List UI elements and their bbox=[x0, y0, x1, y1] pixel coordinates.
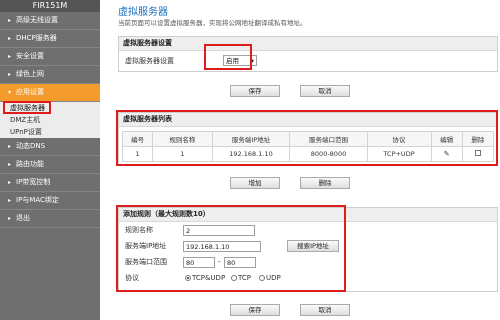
brand-title: FIR151M bbox=[0, 0, 100, 12]
nav-item-bandwidth[interactable]: ▸ IP带宽控制 bbox=[0, 174, 100, 192]
chevron-right-icon: ▸ bbox=[8, 71, 12, 78]
highlight-box bbox=[116, 110, 498, 166]
save-button[interactable]: 保存 bbox=[230, 304, 280, 316]
chevron-right-icon: ▸ bbox=[8, 179, 12, 186]
sub-item-upnp[interactable]: UPnP设置 bbox=[0, 126, 100, 138]
nav-label: 绿色上网 bbox=[16, 70, 44, 78]
vs-settings-row: 虚拟服务器设置 启用 ▾ bbox=[119, 51, 497, 71]
nav-label: 动态DNS bbox=[16, 142, 46, 150]
nav-label: IP带宽控制 bbox=[16, 178, 51, 186]
nav-label: IP与MAC绑定 bbox=[16, 196, 59, 204]
chevron-right-icon: ▸ bbox=[8, 215, 12, 222]
nav-label: 路由功能 bbox=[16, 160, 44, 168]
nav-item-ddns[interactable]: ▸ 动态DNS bbox=[0, 138, 100, 156]
nav-item-green-internet[interactable]: ▸ 绿色上网 bbox=[0, 66, 100, 84]
nav-label: 退出 bbox=[16, 214, 30, 222]
sidebar: FIR151M ▸ 高级无线设置 ▸ DHCP服务器 ▸ 安全设置 ▸ 绿色上网 ▾ 应用… bbox=[0, 0, 100, 320]
chevron-right-icon: ▸ bbox=[8, 143, 12, 150]
add-button[interactable]: 增加 bbox=[230, 177, 280, 189]
nav-item-advanced-wireless[interactable]: ▸ 高级无线设置 bbox=[0, 12, 100, 30]
nav-item-ip-mac-binding[interactable]: ▸ IP与MAC绑定 bbox=[0, 192, 100, 210]
nav-label: DHCP服务器 bbox=[16, 34, 57, 42]
panel-header: 虚拟服务器设置 bbox=[119, 37, 497, 51]
highlight-box bbox=[204, 44, 252, 70]
cancel-button[interactable]: 取消 bbox=[300, 85, 350, 97]
cancel-button[interactable]: 取消 bbox=[300, 304, 350, 316]
nav-item-app-settings[interactable]: ▾ 应用设置 bbox=[0, 84, 100, 102]
chevron-right-icon: ▸ bbox=[8, 17, 12, 24]
sub-item-dmz[interactable]: DMZ主机 bbox=[0, 114, 100, 126]
vs-settings-panel: 虚拟服务器设置 虚拟服务器设置 启用 ▾ bbox=[118, 36, 498, 72]
nav-label: 应用设置 bbox=[16, 88, 44, 96]
page-description: 当前页面可以设置虚拟服务器，实现将公网地址翻译成私有地址。 bbox=[118, 19, 307, 27]
main-content: 虚拟服务器 当前页面可以设置虚拟服务器，实现将公网地址翻译成私有地址。 虚拟服务… bbox=[100, 0, 500, 320]
page-title: 虚拟服务器 bbox=[118, 7, 168, 18]
chevron-right-icon: ▸ bbox=[8, 35, 12, 42]
field-label: 虚拟服务器设置 bbox=[125, 57, 174, 65]
nav-label: 安全设置 bbox=[16, 52, 44, 60]
chevron-right-icon: ▸ bbox=[8, 197, 12, 204]
nav-item-security[interactable]: ▸ 安全设置 bbox=[0, 48, 100, 66]
chevron-down-icon: ▾ bbox=[8, 89, 12, 96]
highlight-box bbox=[3, 101, 51, 114]
chevron-right-icon: ▸ bbox=[8, 161, 12, 168]
save-button[interactable]: 保存 bbox=[230, 85, 280, 97]
nav-label: 高级无线设置 bbox=[16, 16, 58, 24]
chevron-right-icon: ▸ bbox=[8, 53, 12, 60]
delete-button[interactable]: 删除 bbox=[300, 177, 350, 189]
nav-item-routing[interactable]: ▸ 路由功能 bbox=[0, 156, 100, 174]
highlight-box bbox=[116, 205, 346, 292]
nav-item-logout[interactable]: ▸ 退出 bbox=[0, 210, 100, 228]
nav-item-dhcp[interactable]: ▸ DHCP服务器 bbox=[0, 30, 100, 48]
